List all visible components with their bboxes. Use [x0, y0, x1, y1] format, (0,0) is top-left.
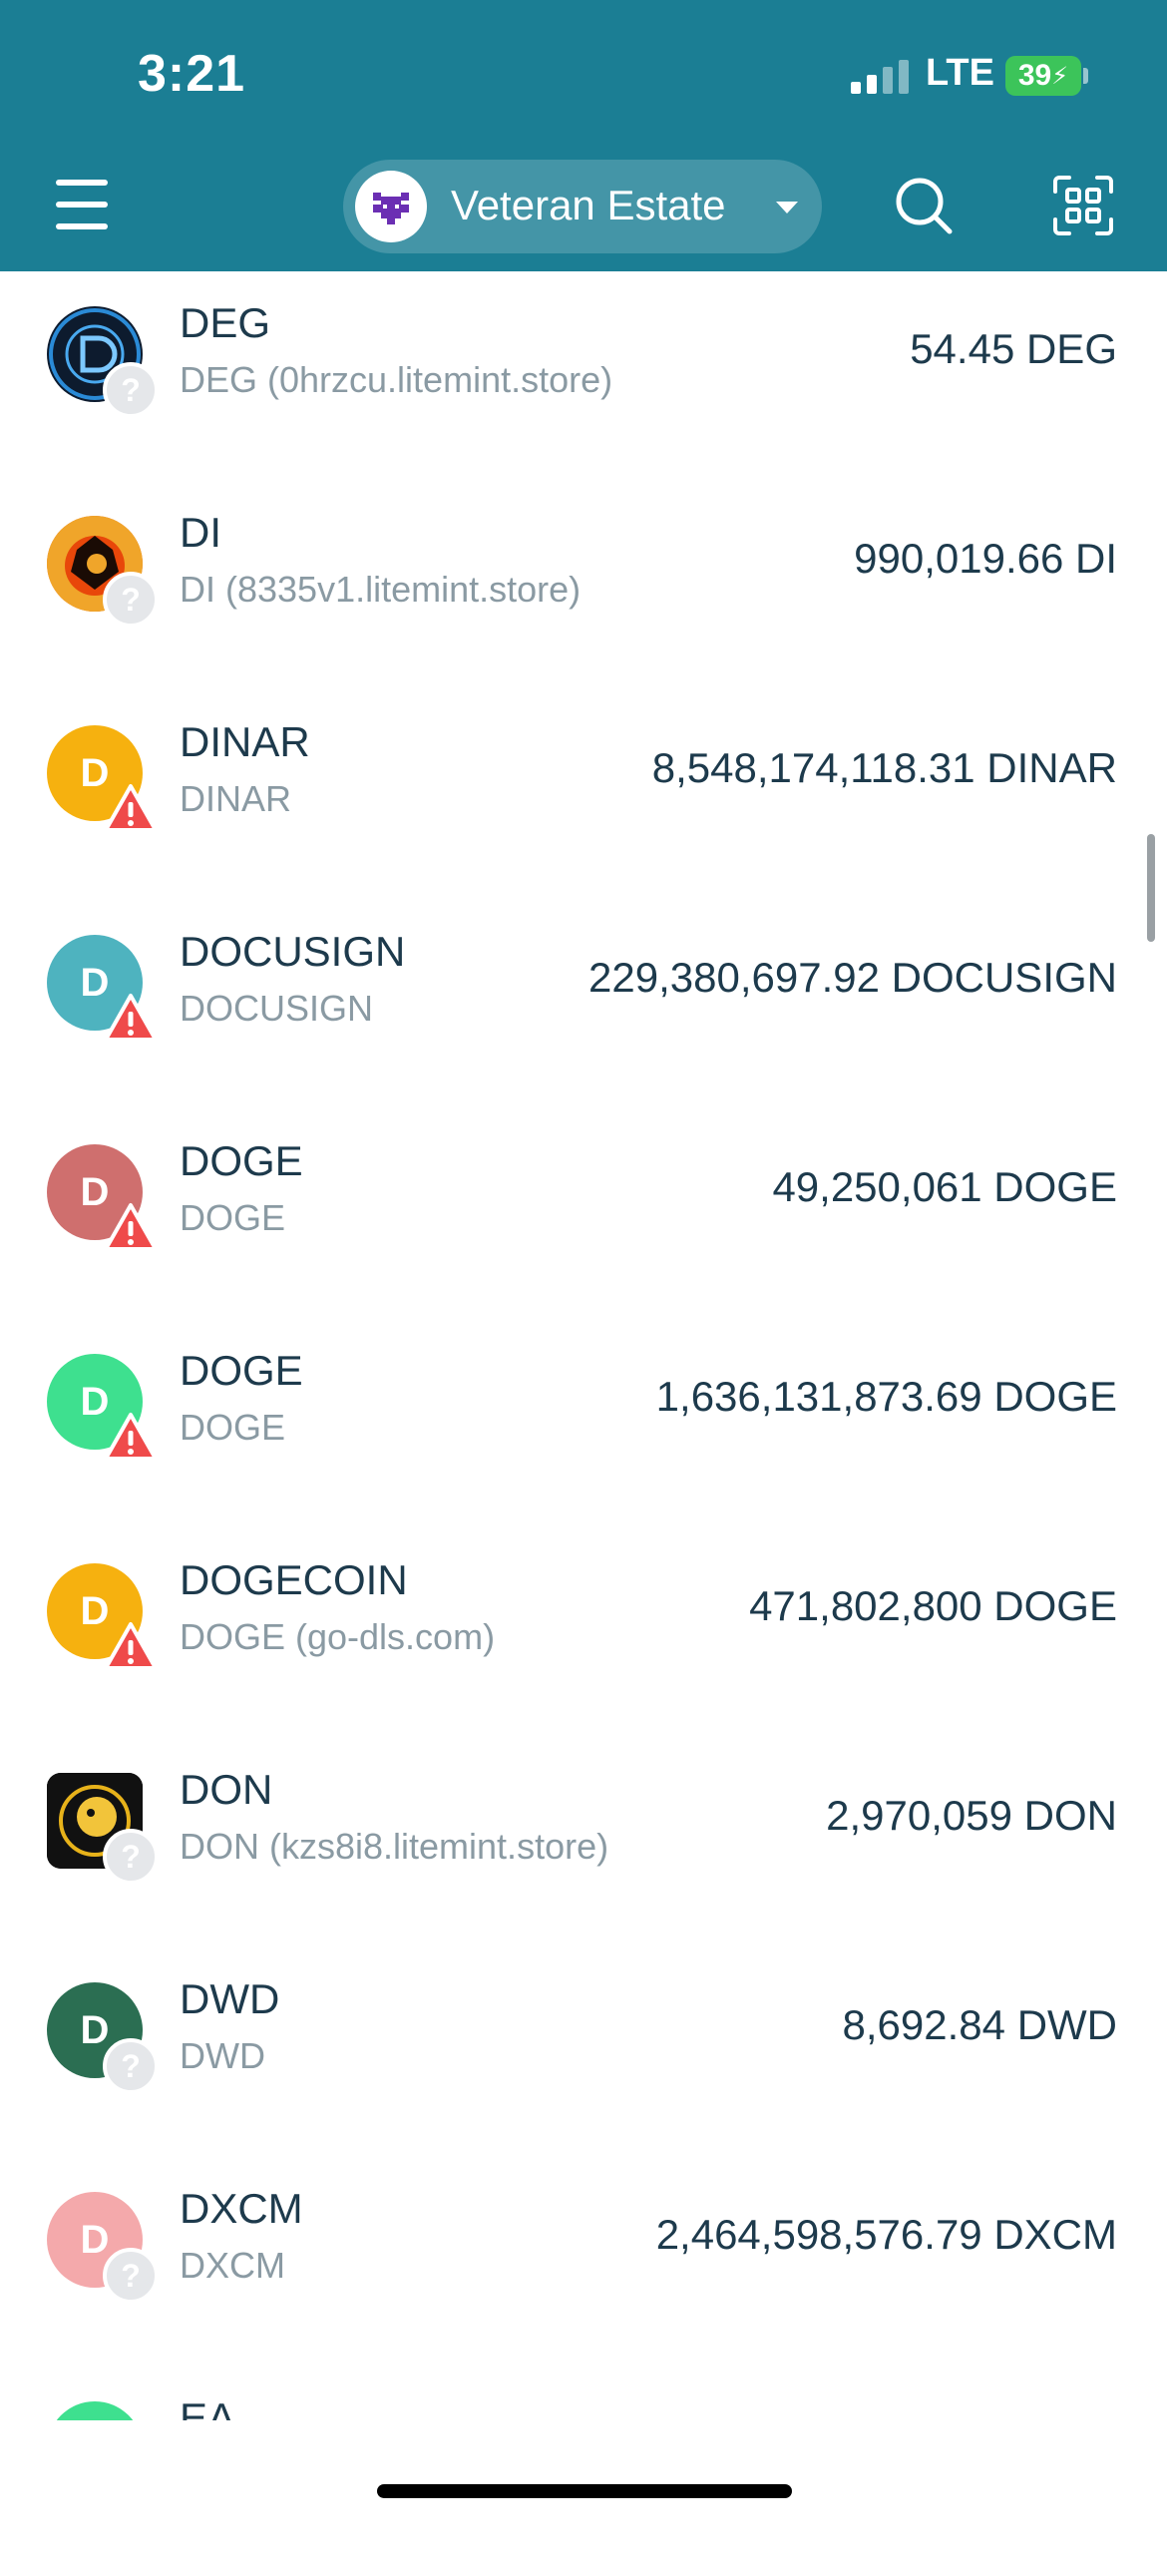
warning-badge-icon: [104, 1203, 158, 1251]
token-balance: 49,250,061 DOGE: [772, 1163, 1117, 1210]
svg-text:?: ?: [121, 2258, 141, 2294]
unknown-token-badge-icon: ?: [103, 2038, 159, 2094]
token-row[interactable]: ? DON DON (kzs8i8.litemint.store) 2,970,…: [0, 1738, 1167, 1947]
token-balance: 2,464,598,576.79 DXCM: [655, 2211, 1117, 2258]
warning-badge-icon: [104, 784, 158, 832]
token-row[interactable]: ? DEG DEG (0hrzcu.litemint.store) 54.45 …: [0, 271, 1167, 481]
token-symbol: DXCM: [180, 2185, 303, 2232]
app-header: 3:21 LTE 39 ⚡ Veteran Estate: [0, 0, 1167, 271]
token-subtitle: DI (8335v1.litemint.store): [180, 569, 582, 610]
token-balance: 8,548,174,118.31 DINAR: [651, 744, 1117, 791]
svg-text:?: ?: [121, 1839, 141, 1875]
token-subtitle: DWD: [180, 2035, 265, 2076]
token-row[interactable]: D ? DWD DWD 8,692.84 DWD: [0, 1947, 1167, 2157]
token-symbol: DOGE: [180, 1347, 303, 1394]
token-balance: 54.45 DEG: [910, 325, 1117, 372]
svg-text:?: ?: [121, 2048, 141, 2084]
token-subtitle: DEG (0hrzcu.litemint.store): [180, 359, 613, 400]
token-balance: 2,970,059 DON: [826, 1792, 1117, 1839]
caret-down-icon: [776, 202, 798, 214]
unknown-token-badge-icon: ?: [103, 572, 159, 628]
token-symbol: DOCUSIGN: [180, 928, 406, 975]
battery-level: 39: [1017, 59, 1052, 92]
token-symbol: DOGECOIN: [180, 1556, 408, 1603]
warning-badge-icon: [104, 994, 158, 1042]
token-symbol: DINAR: [180, 718, 310, 765]
cellular-signal-icon: [851, 60, 909, 94]
token-row[interactable]: D DOCUSIGN DOCUSIGN 229,380,697.92 DOCUS…: [0, 900, 1167, 1109]
token-row[interactable]: D DOGE DOGE 49,250,061 DOGE: [0, 1109, 1167, 1319]
token-balance: 471,802,800 DOGE: [749, 1582, 1117, 1629]
hamburger-menu-icon[interactable]: [52, 176, 116, 235]
token-balance: 990,019.66 DI: [854, 535, 1117, 582]
unknown-token-badge-icon: ?: [103, 362, 159, 418]
unknown-token-badge-icon: ?: [103, 1829, 159, 1885]
token-balance: 8,692.84 DWD: [842, 2001, 1117, 2048]
home-indicator[interactable]: [377, 2484, 792, 2498]
battery-icon: 39 ⚡: [1005, 56, 1081, 96]
token-symbol: DI: [180, 509, 221, 556]
network-type: LTE: [926, 52, 994, 94]
token-subtitle: DINAR: [180, 778, 292, 819]
svg-text:?: ?: [121, 582, 141, 618]
token-subtitle: DOCUSIGN: [180, 988, 374, 1029]
qr-scan-icon[interactable]: [1051, 174, 1115, 237]
token-symbol: DWD: [180, 1975, 280, 2022]
token-symbol: DON: [180, 1766, 273, 1813]
token-subtitle: DXCM: [180, 2245, 285, 2286]
battery-tip: [1083, 68, 1088, 84]
unknown-token-badge-icon: ?: [103, 2248, 159, 2304]
scrollbar[interactable]: [1147, 834, 1155, 942]
warning-badge-icon: [104, 1413, 158, 1461]
wallet-logo-icon: [373, 193, 409, 224]
token-balance: 229,380,697.92 DOCUSIGN: [588, 954, 1117, 1001]
token-subtitle: DOGE: [180, 1407, 286, 1448]
search-icon[interactable]: [892, 174, 956, 237]
token-row[interactable]: D ? DXCM DXCM 2,464,598,576.79 DXCM: [0, 2157, 1167, 2366]
token-row[interactable]: D DINAR DINAR 8,548,174,118.31 DINAR: [0, 690, 1167, 900]
bottom-safe-area: [0, 2420, 1167, 2526]
token-row[interactable]: ? DI DI (8335v1.litemint.store) 990,019.…: [0, 481, 1167, 690]
token-row[interactable]: D DOGECOIN DOGE (go-dls.com) 471,802,800…: [0, 1528, 1167, 1738]
token-subtitle: DOGE: [180, 1197, 286, 1238]
wallet-avatar: [355, 171, 427, 242]
token-symbol: DEG: [180, 299, 271, 346]
token-subtitle: DOGE (go-dls.com): [180, 1616, 496, 1657]
svg-text:?: ?: [121, 372, 141, 408]
warning-badge-icon: [104, 1622, 158, 1670]
token-row[interactable]: D DOGE DOGE 1,636,131,873.69 DOGE: [0, 1319, 1167, 1528]
token-symbol: DOGE: [180, 1137, 303, 1184]
wallet-selector[interactable]: Veteran Estate: [343, 160, 822, 253]
status-time: 3:21: [138, 45, 246, 103]
token-balance: 1,636,131,873.69 DOGE: [655, 1373, 1117, 1420]
wallet-name: Veteran Estate: [451, 182, 726, 228]
token-subtitle: DON (kzs8i8.litemint.store): [180, 1826, 609, 1867]
